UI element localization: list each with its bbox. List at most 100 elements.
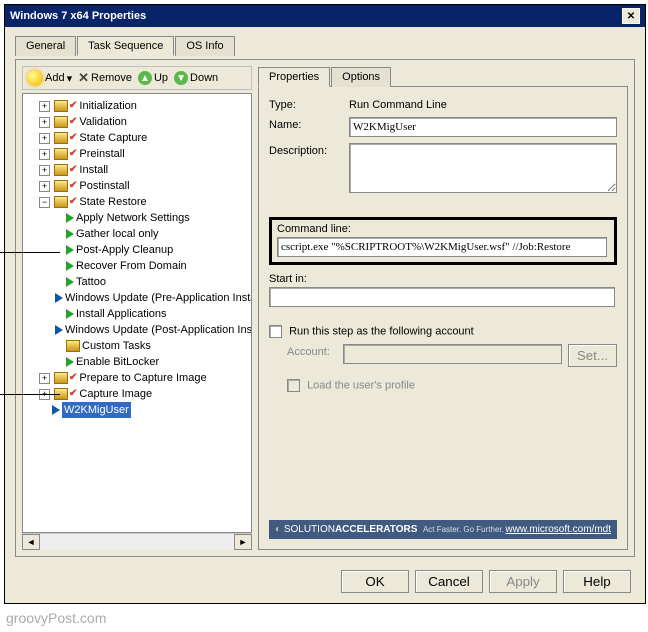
left-column: Add ▾ ✕Remove ▲Up ▼Down +✔ Initializatio… xyxy=(22,66,252,550)
check-icon: ✔ xyxy=(69,114,77,130)
folder-icon xyxy=(66,340,80,352)
account-field xyxy=(343,344,562,364)
tab-general[interactable]: General xyxy=(15,36,76,56)
runas-label: Run this step as the following account xyxy=(289,325,474,337)
load-profile-label: Load the user's profile xyxy=(307,379,415,391)
ts-toolbar: Add ▾ ✕Remove ▲Up ▼Down xyxy=(22,66,252,90)
tree-item[interactable]: Enable BitLocker xyxy=(53,354,252,370)
tree-item[interactable]: Windows Update (Post-Application Install… xyxy=(53,322,252,338)
tab-task-sequence[interactable]: Task Sequence xyxy=(77,36,174,56)
apply-button[interactable]: Apply xyxy=(489,570,557,593)
step-icon xyxy=(66,213,74,223)
tree-group[interactable]: −✔ State Restore xyxy=(39,194,249,210)
expand-icon[interactable]: + xyxy=(39,149,50,160)
tree-item[interactable]: Install Applications xyxy=(53,306,252,322)
check-icon: ✔ xyxy=(69,146,77,162)
inner-tabs: Properties Options xyxy=(258,66,628,86)
runas-checkbox[interactable] xyxy=(269,325,282,338)
tab-os-info[interactable]: OS Info xyxy=(175,36,234,56)
tree-group[interactable]: +✔ Postinstall xyxy=(39,178,249,194)
check-icon: ✔ xyxy=(69,130,77,146)
type-label: Type: xyxy=(269,97,349,111)
expand-icon[interactable]: + xyxy=(39,101,50,112)
tree-group[interactable]: +✔ Validation xyxy=(39,114,249,130)
down-icon: ▼ xyxy=(174,71,188,85)
check-icon: ✔ xyxy=(69,162,77,178)
cancel-button[interactable]: Cancel xyxy=(415,570,483,593)
tree-item[interactable]: Tattoo xyxy=(53,274,252,290)
h-scrollbar[interactable]: ◄ ► xyxy=(22,533,252,550)
expand-icon[interactable]: + xyxy=(39,117,50,128)
step-icon xyxy=(52,405,60,415)
help-button[interactable]: Help xyxy=(563,570,631,593)
tree-item[interactable]: W2KMigUser xyxy=(39,402,249,418)
ok-button[interactable]: OK xyxy=(341,570,409,593)
window-title: Windows 7 x64 Properties xyxy=(10,10,146,22)
check-icon: ✔ xyxy=(69,386,77,402)
expand-icon[interactable]: + xyxy=(39,181,50,192)
add-button[interactable]: Add ▾ xyxy=(27,70,72,86)
tree-item[interactable]: Recover From Domain xyxy=(53,258,252,274)
step-icon xyxy=(55,325,63,335)
name-field[interactable] xyxy=(349,117,617,137)
down-button[interactable]: ▼Down xyxy=(174,71,218,85)
folder-icon xyxy=(54,116,68,128)
tree-item[interactable]: Gather local only xyxy=(53,226,252,242)
step-icon xyxy=(66,277,74,287)
tree-group[interactable]: +✔ Capture Image xyxy=(39,386,249,402)
tab-options[interactable]: Options xyxy=(331,67,391,87)
command-line-field[interactable] xyxy=(277,237,607,257)
check-icon: ✔ xyxy=(69,194,77,210)
tab-properties[interactable]: Properties xyxy=(258,67,330,87)
command-line-group: Command line: xyxy=(269,217,617,265)
ts-panel: Add ▾ ✕Remove ▲Up ▼Down +✔ Initializatio… xyxy=(15,59,635,557)
tree-group[interactable]: +✔ Install xyxy=(39,162,249,178)
dialog-buttons: OK Cancel Apply Help xyxy=(5,563,645,603)
tree-item[interactable]: Post-Apply Cleanup xyxy=(53,242,252,258)
footer-link[interactable]: www.microsoft.com/mdt xyxy=(505,524,611,535)
folder-icon xyxy=(54,164,68,176)
x-icon: ✕ xyxy=(78,70,89,86)
close-icon[interactable]: ✕ xyxy=(622,8,640,24)
step-icon xyxy=(66,261,74,271)
footer-brand: ◐ SOLUTIONACCELERATORS Act Faster. Go Fu… xyxy=(269,520,617,539)
folder-icon xyxy=(54,100,68,112)
expand-icon[interactable]: + xyxy=(39,133,50,144)
scroll-right-icon[interactable]: ► xyxy=(234,534,252,550)
remove-button[interactable]: ✕Remove xyxy=(78,70,132,86)
titlebar[interactable]: Windows 7 x64 Properties ✕ xyxy=(5,5,645,27)
tree-item[interactable]: Custom Tasks xyxy=(53,338,252,354)
load-profile-checkbox xyxy=(287,379,300,392)
watermark: groovyPost.com xyxy=(0,608,648,632)
scroll-left-icon[interactable]: ◄ xyxy=(22,534,40,550)
sequence-tree[interactable]: +✔ Initialization+✔ Validation+✔ State C… xyxy=(22,93,252,533)
up-button[interactable]: ▲Up xyxy=(138,71,168,85)
type-value: Run Command Line xyxy=(349,97,447,111)
check-icon: ✔ xyxy=(69,178,77,194)
step-icon xyxy=(66,357,74,367)
folder-icon xyxy=(54,196,68,208)
step-icon xyxy=(66,245,74,255)
tree-item[interactable]: Apply Network Settings xyxy=(53,210,252,226)
account-label: Account: xyxy=(287,344,343,358)
folder-icon xyxy=(54,372,68,384)
expand-icon[interactable]: + xyxy=(39,165,50,176)
tree-item[interactable]: Windows Update (Pre-Application Installa… xyxy=(53,290,252,306)
expand-icon[interactable]: + xyxy=(39,373,50,384)
cmd-label: Command line: xyxy=(277,223,609,235)
check-icon: ✔ xyxy=(69,98,77,114)
properties-window: Windows 7 x64 Properties ✕ General Task … xyxy=(4,4,646,604)
collapse-icon[interactable]: − xyxy=(39,197,50,208)
name-label: Name: xyxy=(269,117,349,131)
startin-field[interactable] xyxy=(269,287,615,307)
description-field[interactable] xyxy=(349,143,617,193)
tree-group[interactable]: +✔ Initialization xyxy=(39,98,249,114)
outer-tabs: General Task Sequence OS Info xyxy=(15,35,635,55)
set-button: Set... xyxy=(568,344,617,367)
startin-label: Start in: xyxy=(269,273,617,285)
tree-group[interactable]: +✔ Preinstall xyxy=(39,146,249,162)
tree-group[interactable]: +✔ State Capture xyxy=(39,130,249,146)
folder-icon xyxy=(54,180,68,192)
check-icon: ✔ xyxy=(69,370,77,386)
tree-group[interactable]: +✔ Prepare to Capture Image xyxy=(39,370,249,386)
